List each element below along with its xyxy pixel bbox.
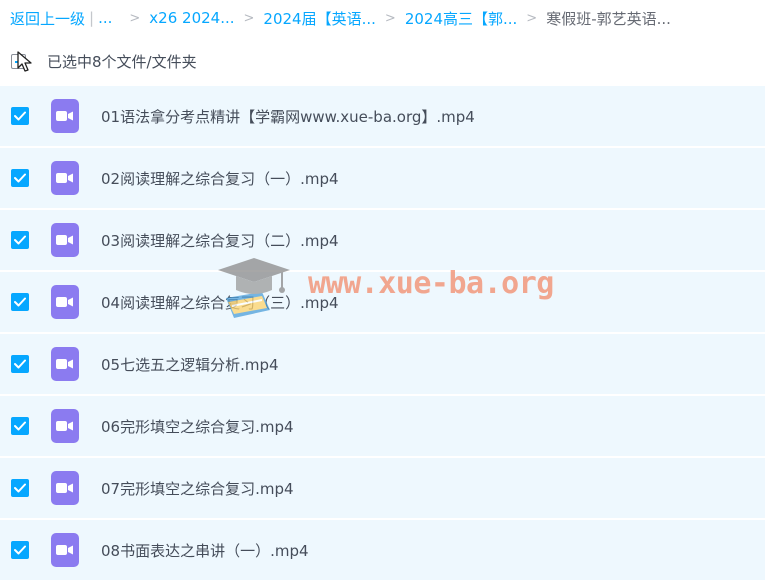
file-row[interactable]: 05七选五之逻辑分析.mp4 bbox=[0, 334, 765, 396]
row-checkbox[interactable] bbox=[11, 541, 29, 559]
file-name[interactable]: 02阅读理解之综合复习（一）.mp4 bbox=[101, 168, 339, 189]
file-name[interactable]: 03阅读理解之综合复习（二）.mp4 bbox=[101, 230, 339, 251]
file-name[interactable]: 08书面表达之串讲（一）.mp4 bbox=[101, 540, 309, 561]
breadcrumb-ellipsis[interactable]: ... bbox=[98, 9, 112, 27]
file-name[interactable]: 04阅读理解之综合复习（三）.mp4 bbox=[101, 292, 339, 313]
video-file-icon bbox=[51, 471, 79, 505]
checkmark-icon bbox=[14, 173, 26, 183]
row-checkbox[interactable] bbox=[11, 417, 29, 435]
checkmark-icon bbox=[14, 421, 26, 431]
breadcrumb-item-3[interactable]: 2024高三【郭... bbox=[405, 8, 517, 29]
video-file-icon bbox=[51, 223, 79, 257]
file-row[interactable]: 07完形填空之综合复习.mp4 bbox=[0, 458, 765, 520]
file-list: 01语法拿分考点精讲【学霸网www.xue-ba.org】.mp4 02阅读理解… bbox=[0, 86, 765, 582]
video-file-icon bbox=[51, 99, 79, 133]
row-checkbox[interactable] bbox=[11, 293, 29, 311]
checkmark-icon bbox=[14, 111, 26, 121]
row-checkbox[interactable] bbox=[11, 479, 29, 497]
video-file-icon bbox=[51, 161, 79, 195]
breadcrumb-separator: | bbox=[89, 9, 95, 27]
checkmark-icon bbox=[14, 359, 26, 369]
file-name[interactable]: 05七选五之逻辑分析.mp4 bbox=[101, 354, 279, 375]
checkmark-icon bbox=[14, 545, 26, 555]
file-row[interactable]: 01语法拿分考点精讲【学霸网www.xue-ba.org】.mp4 bbox=[0, 86, 765, 148]
breadcrumb-current: 寒假班-郭艺英语... bbox=[546, 9, 671, 28]
file-row[interactable]: 06完形填空之综合复习.mp4 bbox=[0, 396, 765, 458]
breadcrumb-item-2[interactable]: 2024届【英语... bbox=[263, 8, 375, 29]
video-file-icon bbox=[51, 533, 79, 567]
video-file-icon bbox=[51, 285, 79, 319]
selection-count: 已选中8个文件/文件夹 bbox=[47, 52, 197, 71]
chevron-right-icon: > bbox=[129, 10, 141, 26]
selection-bar: 已选中8个文件/文件夹 bbox=[0, 40, 765, 82]
breadcrumb-item-1[interactable]: x26 2024... bbox=[149, 9, 234, 27]
file-row[interactable]: 02阅读理解之综合复习（一）.mp4 bbox=[0, 148, 765, 210]
file-name[interactable]: 01语法拿分考点精讲【学霸网www.xue-ba.org】.mp4 bbox=[101, 106, 475, 127]
row-checkbox[interactable] bbox=[11, 169, 29, 187]
row-checkbox[interactable] bbox=[11, 107, 29, 125]
back-link[interactable]: 返回上一级 bbox=[10, 8, 85, 29]
mouse-cursor-icon bbox=[17, 51, 32, 72]
chevron-right-icon: > bbox=[243, 10, 255, 26]
checkmark-icon bbox=[14, 235, 26, 245]
file-name[interactable]: 07完形填空之综合复习.mp4 bbox=[101, 478, 294, 499]
file-name[interactable]: 06完形填空之综合复习.mp4 bbox=[101, 416, 294, 437]
row-checkbox[interactable] bbox=[11, 355, 29, 373]
breadcrumb: 返回上一级 | ... > x26 2024... > 2024届【英语... … bbox=[10, 0, 760, 36]
video-file-icon bbox=[51, 347, 79, 381]
video-file-icon bbox=[51, 409, 79, 443]
file-row[interactable]: 04阅读理解之综合复习（三）.mp4 bbox=[0, 272, 765, 334]
checkmark-icon bbox=[14, 297, 26, 307]
file-row[interactable]: 08书面表达之串讲（一）.mp4 bbox=[0, 520, 765, 582]
file-row[interactable]: 03阅读理解之综合复习（二）.mp4 bbox=[0, 210, 765, 272]
row-checkbox[interactable] bbox=[11, 231, 29, 249]
chevron-right-icon: > bbox=[384, 10, 396, 26]
checkmark-icon bbox=[14, 483, 26, 493]
chevron-right-icon: > bbox=[526, 10, 538, 26]
